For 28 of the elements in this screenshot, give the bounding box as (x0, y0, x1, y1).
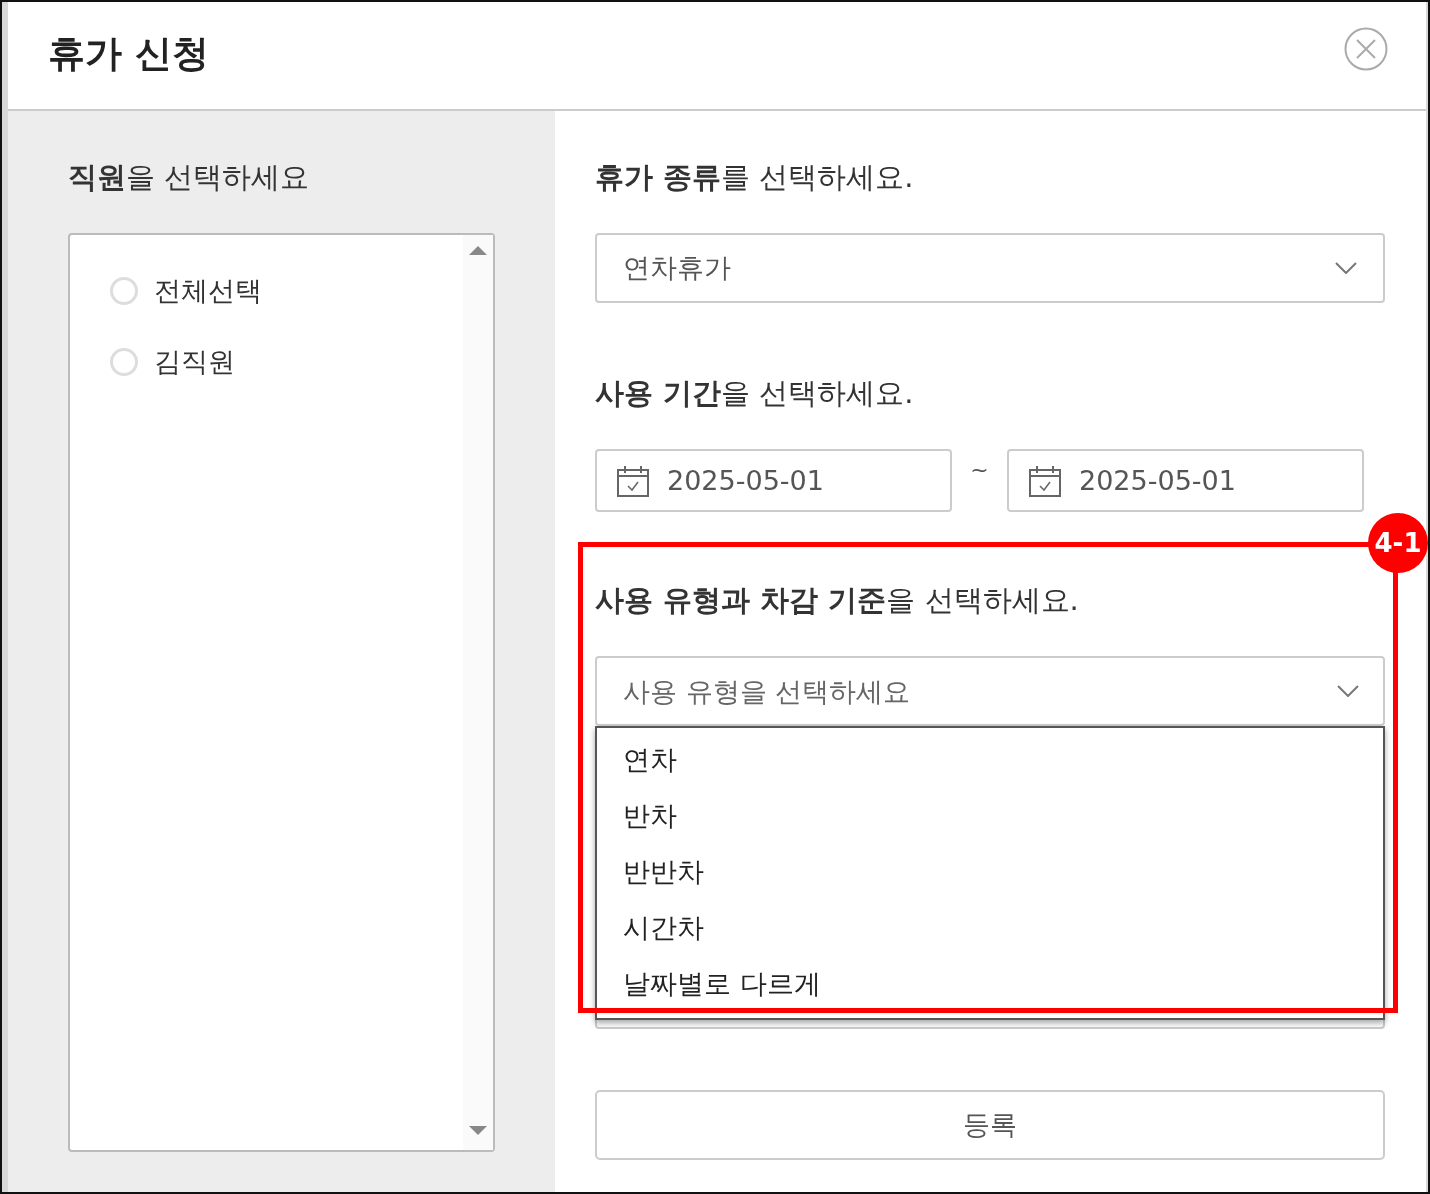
scroll-down-icon (469, 1126, 487, 1136)
range-separator: ~ (969, 457, 990, 482)
dropdown-option[interactable]: 연차 (597, 732, 1383, 788)
dropdown-option[interactable]: 시간차 (597, 900, 1383, 956)
radio-button[interactable] (110, 276, 138, 305)
section-label: 직원을 선택하세요 (68, 159, 311, 196)
register-button[interactable]: 등록 (595, 1090, 1385, 1160)
employee-option[interactable]: 김직원 (154, 343, 235, 380)
leave-type-select[interactable]: 연차휴가 (595, 233, 1385, 303)
date-field[interactable]: 2025-05-01 (1007, 449, 1364, 512)
date-field[interactable]: 2025-05-01 (595, 449, 952, 512)
dropdown-option[interactable]: 반반차 (597, 844, 1383, 900)
section-label: 사용 유형과 차감 기준을 선택하세요. (595, 582, 1080, 619)
dialog-title: 휴가 신청 (48, 30, 209, 77)
dropdown-option[interactable]: 날짜별로 다르게 (597, 956, 1383, 1012)
chevron-down-icon (1337, 685, 1359, 697)
section-label: 휴가 종류를 선택하세요. (595, 159, 915, 196)
calendar-icon (1029, 464, 1061, 497)
calendar-icon (617, 464, 649, 497)
usage-type-select[interactable]: 사용 유형을 선택하세요 (595, 656, 1385, 726)
dropdown-option[interactable]: 반차 (597, 788, 1383, 844)
radio-button[interactable] (110, 347, 138, 376)
employee-option[interactable]: 전체선택 (154, 272, 262, 309)
section-label: 사용 기간을 선택하세요. (595, 375, 915, 412)
step-badge: 4-1 (1368, 513, 1428, 573)
close-button[interactable] (1344, 26, 1388, 71)
scroll-up-icon (469, 245, 487, 255)
chevron-down-icon (1335, 262, 1357, 274)
